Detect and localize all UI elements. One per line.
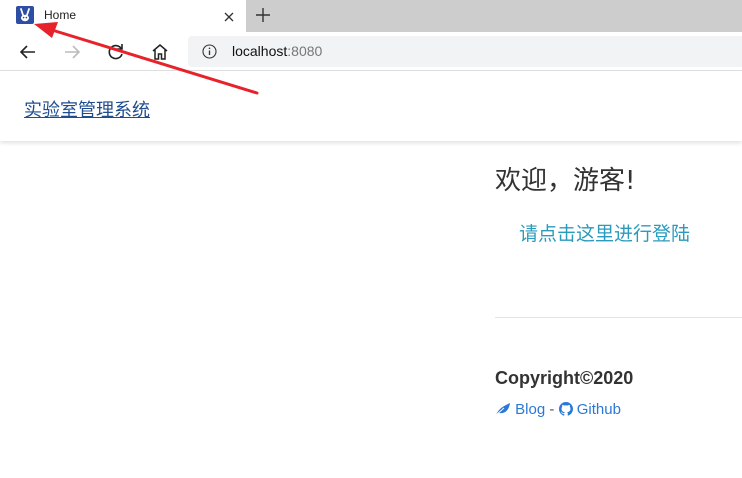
- annotation-arrow: [34, 22, 259, 95]
